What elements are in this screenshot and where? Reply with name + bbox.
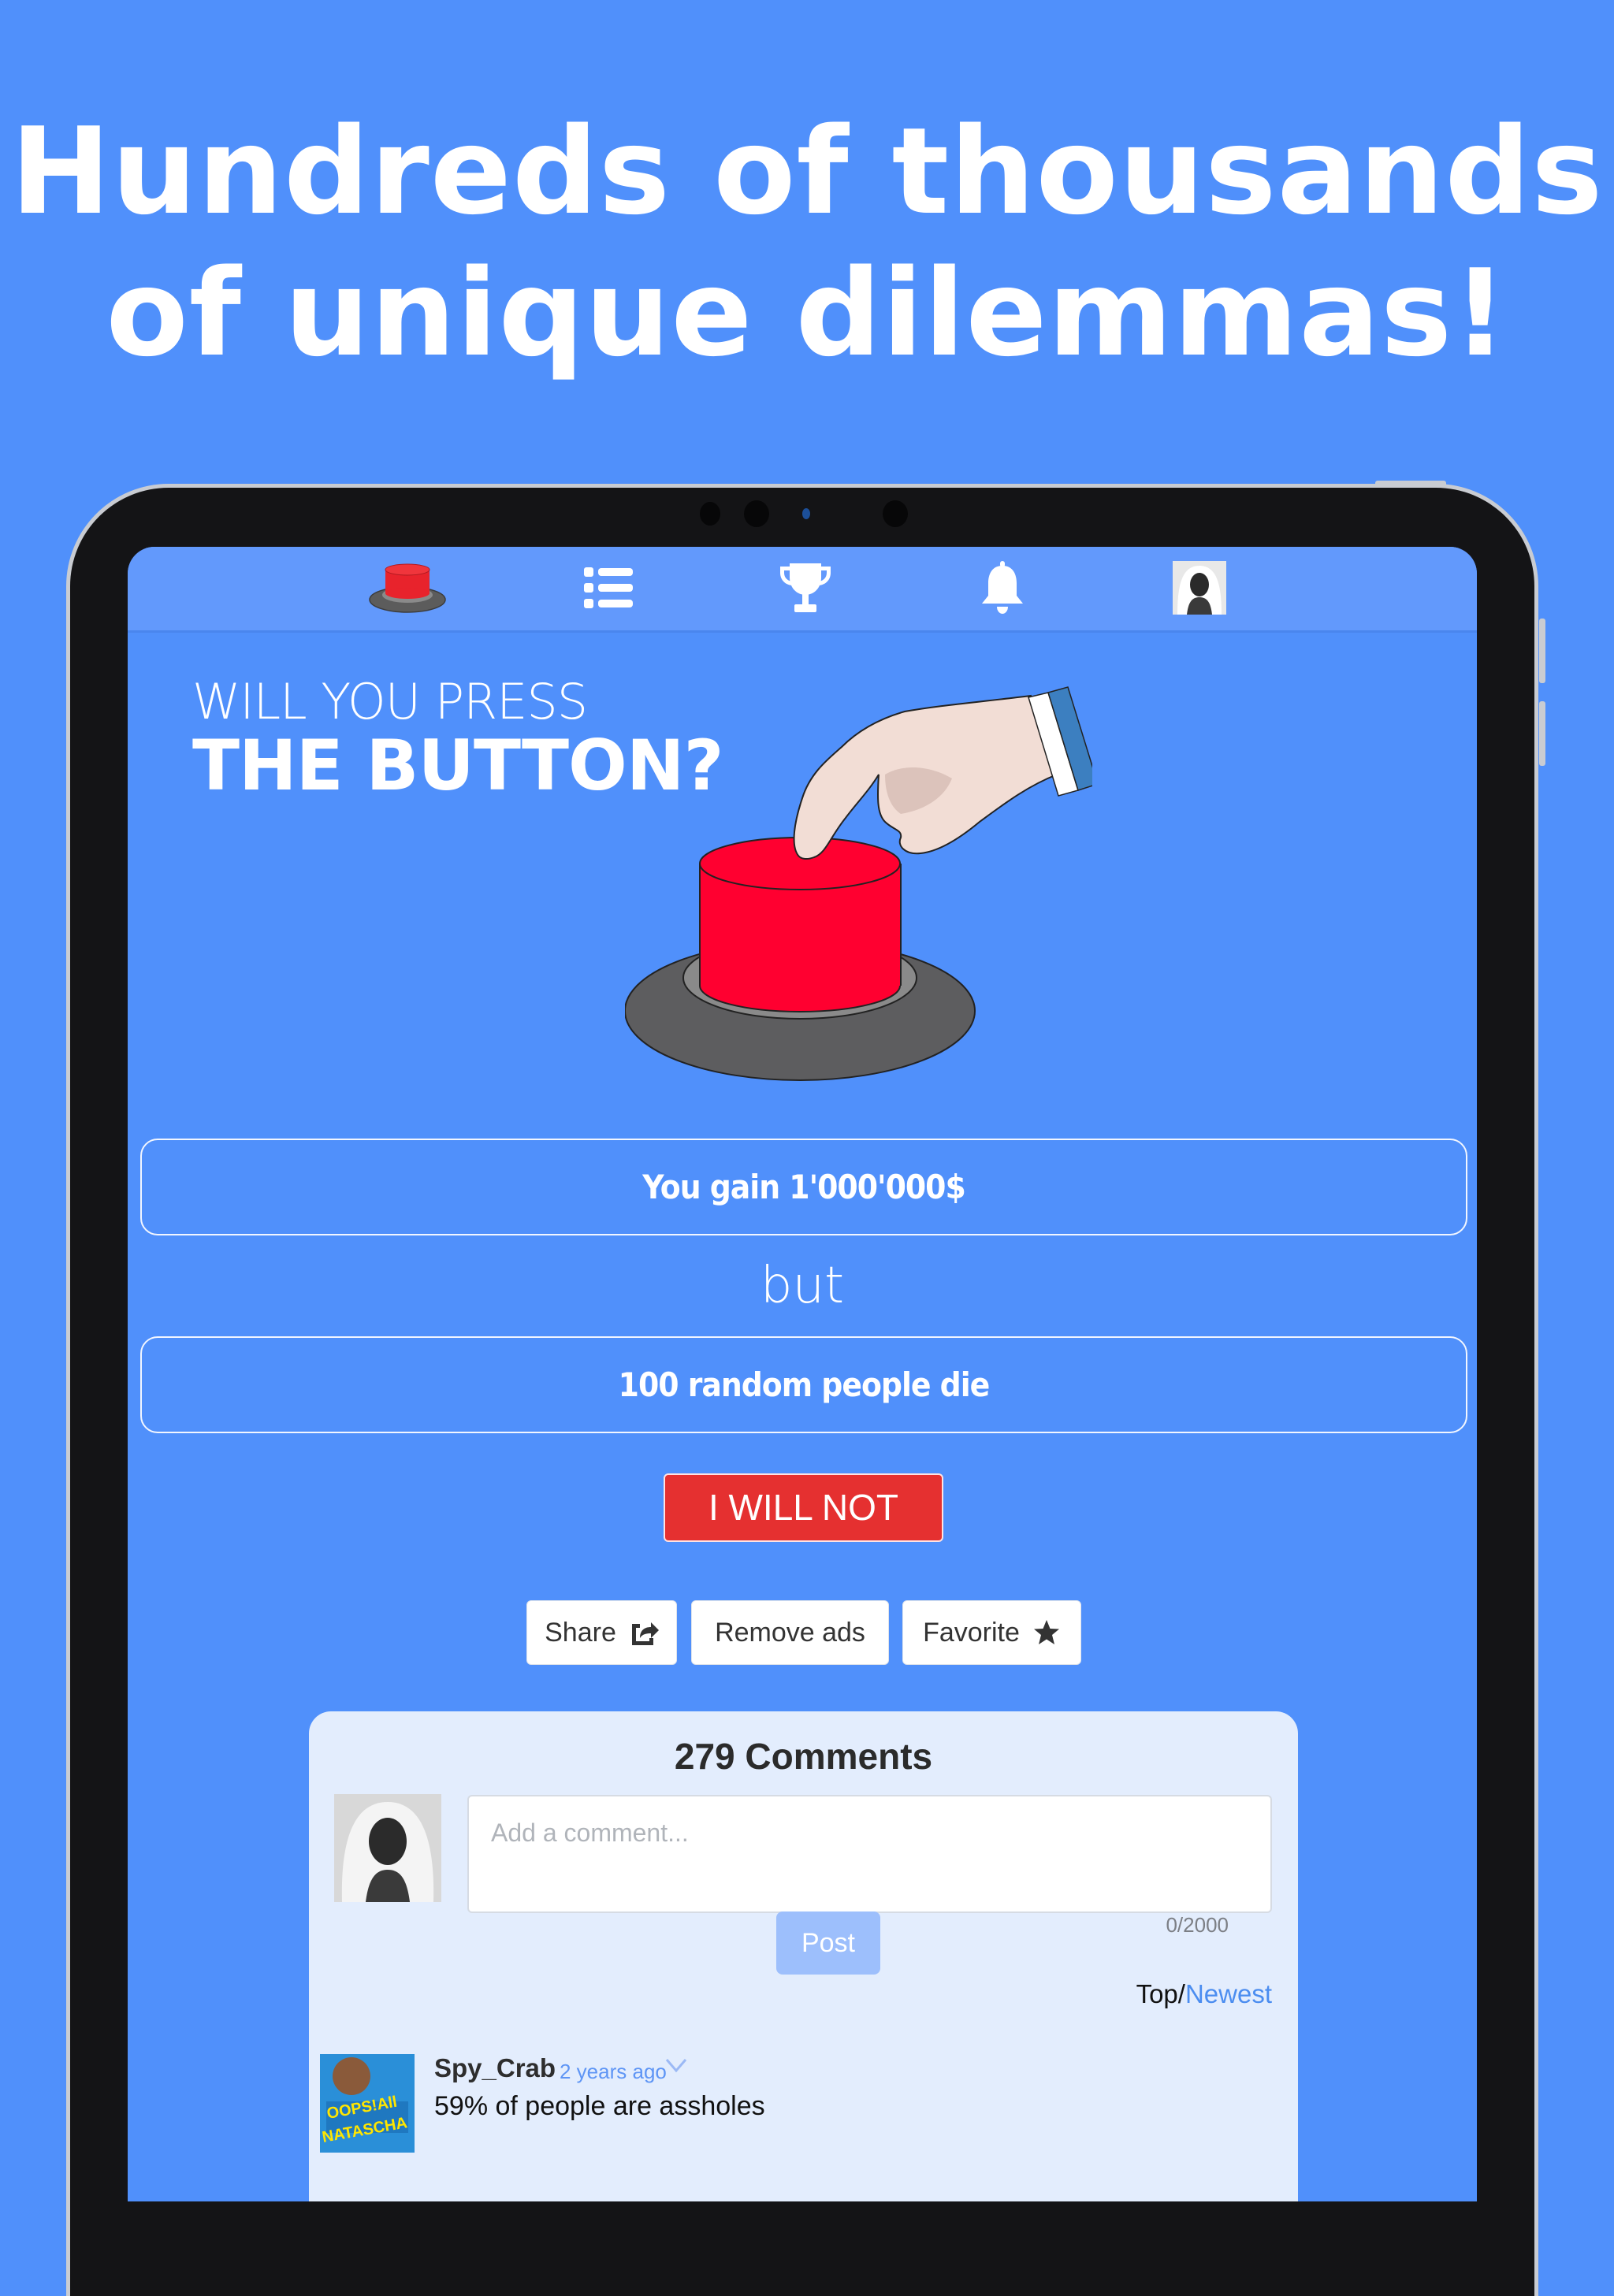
share-button[interactable]: Share [526, 1600, 677, 1665]
nav-leaderboard[interactable] [770, 559, 841, 616]
sort-top-link[interactable]: Top [1136, 1979, 1178, 2008]
sort-newest-link[interactable]: Newest [1185, 1979, 1272, 2008]
dilemma-connector: but [760, 1257, 845, 1315]
share-icon [631, 1622, 659, 1645]
trophy-icon [780, 563, 831, 612]
dilemma-consequence-box: 100 random people die [140, 1336, 1467, 1433]
comment-text: 59% of people are assholes [434, 2091, 765, 2121]
comments-panel: 279 Comments 0/2000 Post Top/Newest OOPS… [309, 1711, 1298, 2201]
current-user-avatar [334, 1794, 441, 1902]
nav-list[interactable] [577, 559, 640, 616]
tablet-top-button [1375, 481, 1446, 487]
tablet-volume-down [1539, 701, 1545, 766]
comment-timestamp: 2 years ago [560, 2060, 667, 2083]
big-red-button-icon [625, 837, 976, 1081]
tablet-volume-up [1539, 619, 1545, 683]
hand-pressing-button-illustration[interactable] [625, 680, 1092, 1085]
question-prefix: WILL YOU PRESS [192, 673, 588, 730]
comments-count-title: 279 Comments [674, 1736, 933, 1777]
top-nav-bar [128, 547, 1477, 633]
star-icon [1033, 1620, 1059, 1644]
favorite-label: Favorite [923, 1617, 1020, 1648]
red-button-icon [369, 563, 446, 613]
profile-avatar [1173, 561, 1226, 615]
nav-notifications[interactable] [971, 559, 1034, 616]
comment-input[interactable] [467, 1795, 1272, 1913]
bell-icon [982, 561, 1023, 614]
i-will-not-button[interactable]: I WILL NOT [664, 1473, 943, 1542]
comment-sort-toggle: Top/Newest [1136, 1979, 1272, 2009]
promo-headline: Hundreds of thousands of unique dilemmas… [0, 101, 1614, 385]
nav-profile[interactable] [1172, 559, 1227, 616]
headline-line-2: of unique dilemmas! [106, 243, 1508, 383]
remove-ads-button[interactable]: Remove ads [691, 1600, 889, 1665]
dilemma-benefit-box: You gain 1'000'000$ [140, 1139, 1467, 1235]
commenter-username[interactable]: Spy_Crab [434, 2053, 556, 2083]
sort-separator: / [1177, 1979, 1185, 2008]
nav-play[interactable] [364, 559, 451, 616]
post-comment-button[interactable]: Post [776, 1911, 880, 1975]
remove-ads-label: Remove ads [715, 1617, 865, 1648]
comment-char-counter: 0/2000 [1166, 1913, 1229, 1937]
share-label: Share [545, 1617, 616, 1648]
commenter-avatar[interactable]: OOPS!All NATASCHA [320, 2054, 415, 2153]
hand-icon [793, 686, 1092, 860]
favorite-button[interactable]: Favorite [902, 1600, 1081, 1665]
list-icon [584, 567, 633, 608]
app-screen: WILL YOU PRESS THE BUTTON? You gain 1'00… [128, 547, 1477, 2201]
chevron-down-icon[interactable] [664, 2056, 688, 2074]
headline-line-1: Hundreds of thousands [10, 102, 1604, 241]
